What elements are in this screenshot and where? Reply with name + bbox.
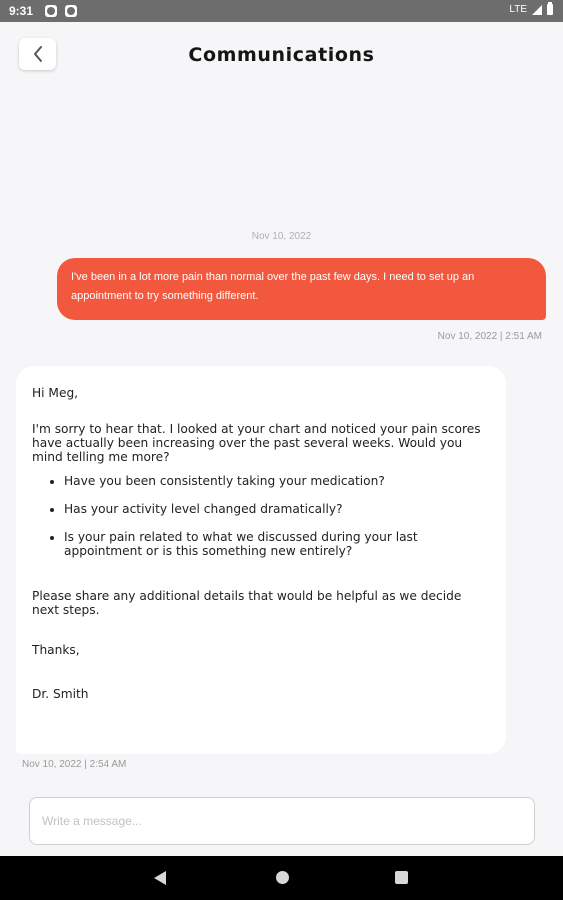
message-input[interactable] [29,797,535,845]
notification-icon [65,5,77,17]
status-right: LTE [509,2,553,15]
message-closing: Please share any additional details that… [32,589,462,617]
list-item: Has your activity level changed dramatic… [64,502,490,516]
nav-home-icon[interactable] [276,871,289,884]
page-title: Communications [188,44,375,66]
list-item: Is your pain related to what we discusse… [64,530,490,558]
message-thanks: Thanks, [32,643,80,657]
network-type: LTE [509,4,527,15]
signal-icon [532,4,542,15]
outgoing-message-bubble: I've been in a lot more pain than normal… [57,258,546,320]
status-bar: 9:31 LTE [0,0,563,22]
question-list: Have you been consistently taking your m… [32,474,490,558]
date-divider: Nov 10, 2022 [251,231,312,242]
nav-back-icon[interactable] [154,871,166,885]
incoming-message-bubble: Hi Meg, I'm sorry to hear that. I looked… [16,366,506,754]
battery-icon [547,2,553,15]
incoming-message-timestamp: Nov 10, 2022 | 2:54 AM [22,759,127,770]
message-intro: I'm sorry to hear that. I looked at your… [32,422,481,464]
message-signature: Dr. Smith [32,687,89,701]
list-item: Have you been consistently taking your m… [64,474,490,488]
outgoing-message-text: I've been in a lot more pain than normal… [71,271,475,302]
message-greeting: Hi Meg, [32,386,79,400]
status-time: 9:31 [9,4,34,18]
navigation-bar [0,856,563,900]
outgoing-message-timestamp: Nov 10, 2022 | 2:51 AM [437,331,542,342]
notification-icon [45,5,57,17]
nav-recents-icon[interactable] [395,871,408,884]
